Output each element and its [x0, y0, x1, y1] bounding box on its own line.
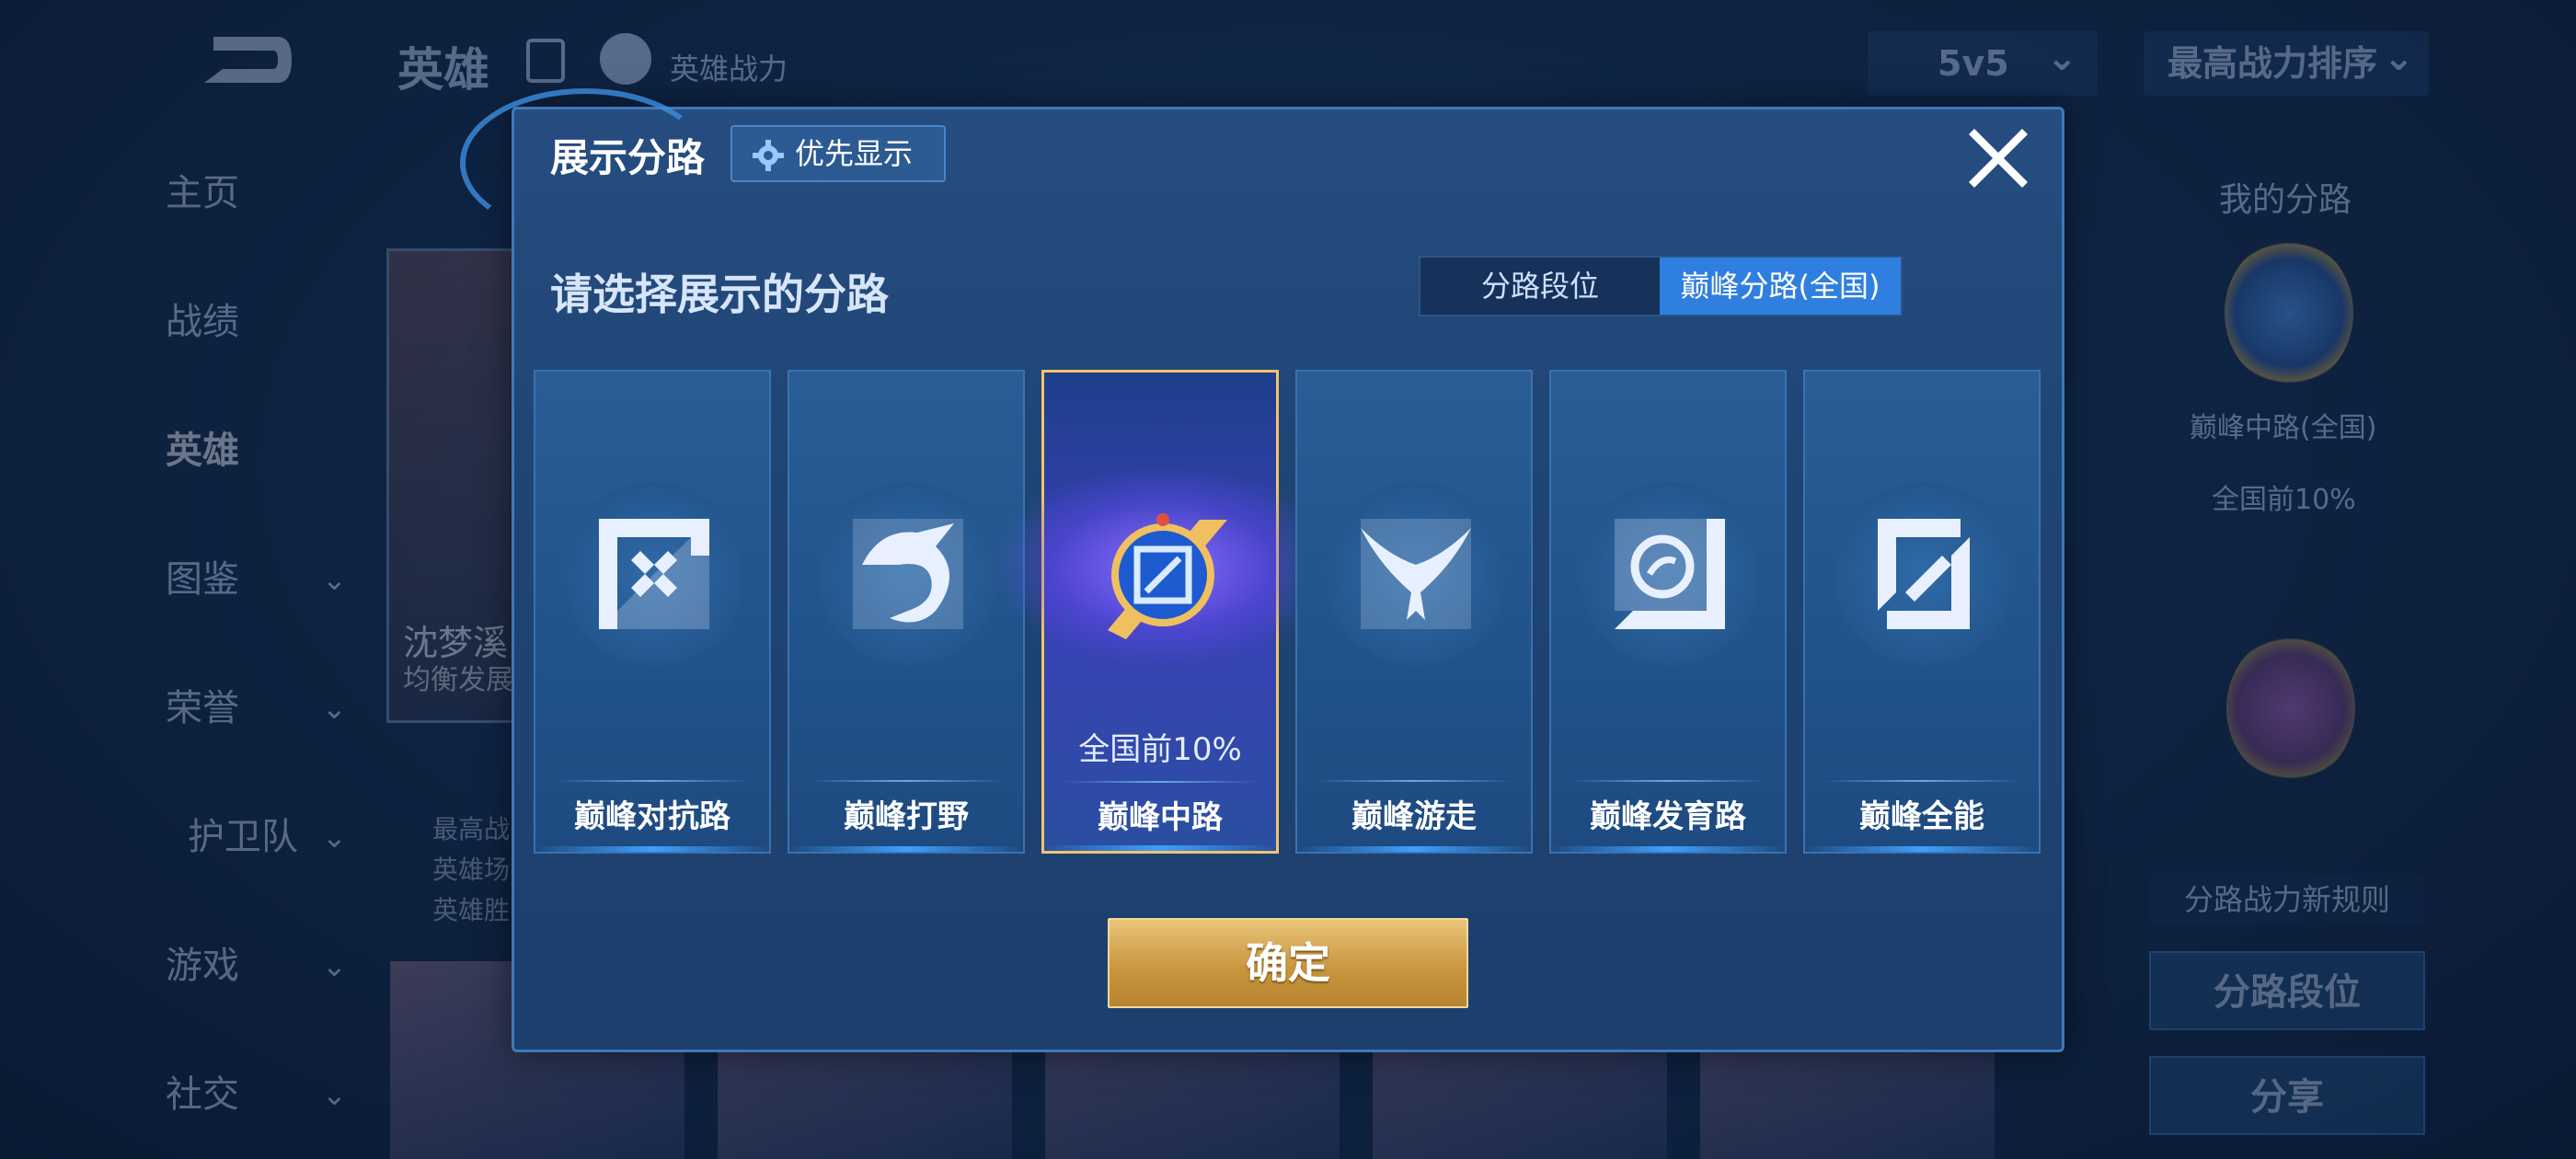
toggle-peak-lane[interactable]: 巅峰分路(全国) — [1660, 258, 1901, 315]
chevron-down-icon: ⌄ — [322, 691, 347, 726]
card-divider — [1570, 780, 1766, 782]
mode-select[interactable]: 5v5 — [1868, 26, 2098, 96]
nav-item-home[interactable]: 主页 — [166, 156, 368, 230]
lane-card-mid[interactable]: 全国前10% 巅峰中路 — [989, 370, 1337, 854]
card-divider — [1823, 780, 2020, 782]
allround-icon — [1878, 519, 1970, 629]
sword-lane-icon — [599, 519, 709, 629]
nav-item-gallery[interactable]: 图鉴 ⌄ — [166, 543, 368, 616]
my-lane-name: 巅峰中路(全国) — [2190, 412, 2377, 444]
nav-label: 战绩 — [166, 301, 239, 343]
nav-item-social[interactable]: 社交 ⌄ — [166, 1058, 368, 1131]
lane-label: 巅峰游走 — [1351, 798, 1477, 835]
sort-select[interactable]: 最高战力排序 — [2144, 26, 2429, 96]
lane-rank-button[interactable]: 分路段位 — [2149, 951, 2425, 1030]
nav-label: 社交 — [166, 1073, 239, 1116]
dialog-title: 展示分路 — [550, 135, 706, 180]
hero-power-label[interactable]: 英雄战力 — [670, 46, 788, 88]
lane-label: 巅峰中路 — [1098, 799, 1223, 836]
lane-label: 巅峰全能 — [1859, 798, 1984, 835]
gear-icon — [753, 140, 784, 171]
hero-stat-line: 英雄胜 — [432, 895, 511, 925]
lane-label: 巅峰发育路 — [1590, 798, 1746, 835]
lane-rank: 全国前10% — [1078, 731, 1242, 768]
my-lane-rank: 全国前10% — [2212, 484, 2356, 516]
toggle-lane-rank[interactable]: 分路段位 — [1420, 258, 1660, 315]
card-divider — [554, 780, 751, 782]
hero-stat-line: 最高战 — [432, 814, 511, 844]
share-button[interactable]: 分享 — [2149, 1056, 2425, 1135]
mid-lane-badge-icon — [1108, 513, 1227, 639]
chevron-down-icon: ⌄ — [322, 820, 347, 855]
nav-item-guard[interactable]: 护卫队 ⌄ — [188, 800, 390, 874]
lane-card-top[interactable]: 巅峰对抗路 — [534, 370, 771, 854]
lane-card-adc[interactable]: 巅峰发育路 — [1549, 370, 1787, 854]
dialog-subtitle: 请选择展示的分路 — [550, 270, 889, 319]
marksman-lane-icon — [1615, 519, 1725, 629]
lane-label: 巅峰打野 — [844, 798, 969, 835]
nav-item-hero[interactable]: 英雄 — [166, 414, 368, 488]
nav-label: 图鉴 — [166, 558, 239, 601]
nav-item-record[interactable]: 战绩 — [166, 285, 368, 359]
lane-label: 巅峰对抗路 — [574, 798, 730, 835]
lane-card-allround[interactable]: 巅峰全能 — [1803, 370, 2041, 854]
nav-item-honor[interactable]: 荣誉 ⌄ — [166, 671, 368, 745]
priority-display-label: 优先显示 — [795, 136, 914, 171]
card-divider — [808, 780, 1005, 782]
nav-item-game[interactable]: 游戏 ⌄ — [166, 929, 368, 1003]
lane-badge-icon — [2226, 635, 2355, 782]
lane-type-toggle: 分路段位 巅峰分路(全国) — [1419, 256, 1903, 316]
hero-stat-line: 英雄场 — [432, 855, 511, 885]
lane-badge-icon — [2225, 239, 2353, 386]
page-title: 英雄 — [397, 43, 489, 97]
my-lane-title: 我的分路 — [2219, 181, 2352, 219]
close-icon[interactable] — [1961, 120, 2035, 193]
hero-stats: 最高战 英雄场 英雄胜 — [432, 809, 510, 931]
chevron-down-icon: ⌄ — [322, 948, 347, 983]
nav-label: 英雄 — [166, 430, 239, 472]
list-icon[interactable] — [526, 39, 565, 83]
wings-support-icon — [1361, 519, 1471, 629]
card-divider — [1063, 781, 1258, 783]
back-arrow-icon[interactable] — [195, 28, 296, 92]
card-divider — [1316, 780, 1512, 782]
dragon-jungle-icon — [853, 519, 963, 629]
chevron-down-icon: ⌄ — [322, 562, 347, 597]
nav-label: 护卫队 — [188, 816, 298, 858]
chevron-down-icon: ⌄ — [322, 1077, 347, 1112]
hero-power-icon — [600, 33, 651, 85]
lane-card-jungle[interactable]: 巅峰打野 — [788, 370, 1025, 854]
nav-label: 荣誉 — [166, 687, 239, 729]
confirm-button[interactable]: 确定 — [1108, 918, 1468, 1008]
lane-rule-link[interactable]: 分路战力新规则 — [2149, 874, 2425, 925]
hero-role: 均衡发展 — [403, 664, 513, 696]
lane-card-roam[interactable]: 巅峰游走 — [1295, 370, 1533, 854]
priority-display-button[interactable]: 优先显示 — [730, 125, 946, 182]
nav-label: 主页 — [166, 172, 239, 214]
nav-label: 游戏 — [166, 945, 239, 987]
